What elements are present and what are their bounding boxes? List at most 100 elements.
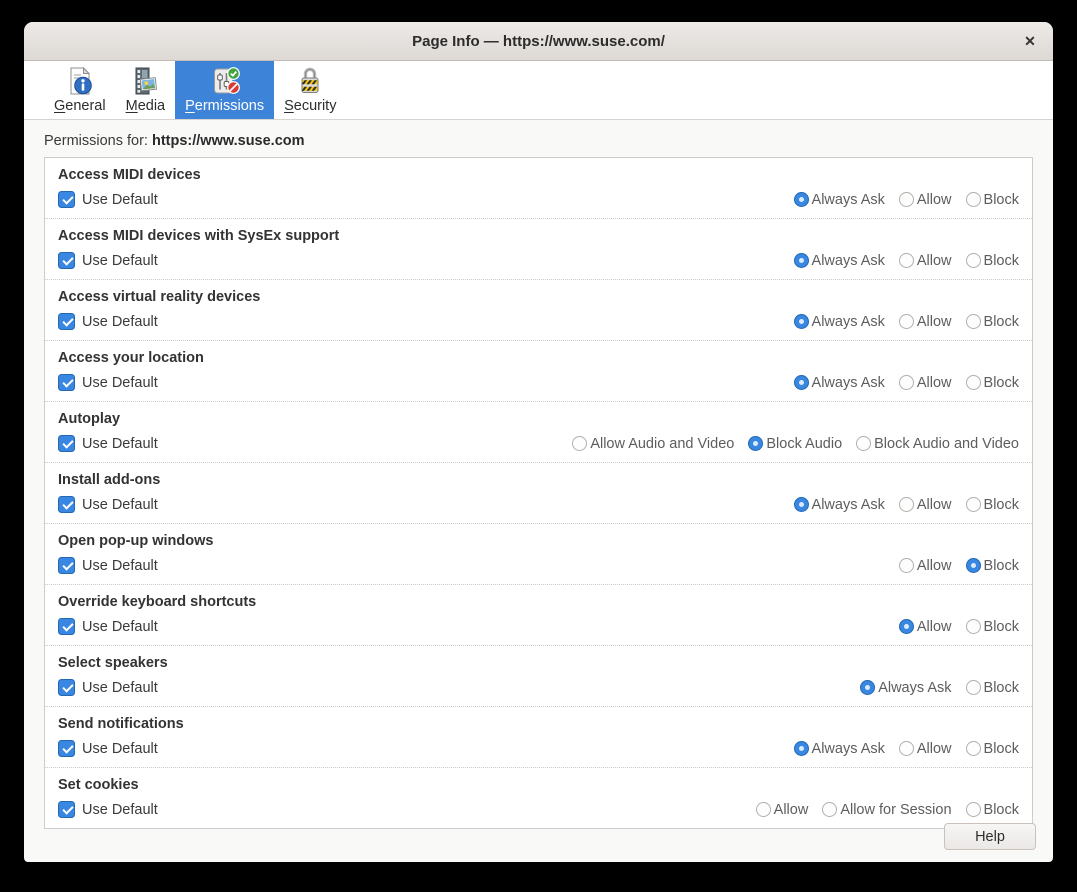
radio-label: Block Audio and Video: [874, 436, 1019, 452]
permission-controls: Use Default Allow Audio and Video Block A…: [58, 434, 1019, 453]
tab-general[interactable]: General: [44, 61, 116, 119]
permissions-for: Permissions for: https://www.suse.com: [44, 133, 1033, 149]
radio-option[interactable]: Always Ask: [860, 680, 951, 696]
permission-title: Autoplay: [58, 410, 1019, 428]
radio-selected-icon: [966, 558, 981, 573]
radio-option[interactable]: Block Audio: [748, 436, 842, 452]
radio-options: Always Ask Allow Block: [794, 375, 1019, 391]
permission-controls: Use Default Always Ask Block: [58, 678, 1019, 697]
radio-unselected-icon: [899, 192, 914, 207]
tab-bar: General: [24, 61, 1053, 120]
use-default-checkbox[interactable]: Use Default: [58, 801, 158, 818]
radio-selected-icon: [794, 375, 809, 390]
radio-options: Allow Block: [899, 558, 1019, 574]
radio-option[interactable]: Allow Audio and Video: [572, 436, 734, 452]
radio-option[interactable]: Always Ask: [794, 375, 885, 391]
radio-selected-icon: [794, 741, 809, 756]
permission-row: Select speakers Use Default Always Ask Bl…: [45, 646, 1032, 707]
radio-option[interactable]: Allow: [899, 192, 952, 208]
radio-option[interactable]: Allow: [899, 314, 952, 330]
radio-option[interactable]: Allow: [756, 802, 809, 818]
radio-option[interactable]: Always Ask: [794, 497, 885, 513]
radio-option[interactable]: Always Ask: [794, 314, 885, 330]
radio-options: Allow Block: [899, 619, 1019, 635]
radio-unselected-icon: [966, 253, 981, 268]
use-default-checkbox[interactable]: Use Default: [58, 679, 158, 696]
use-default-label: Use Default: [82, 192, 158, 208]
titlebar[interactable]: Page Info — https://www.suse.com/ ✕: [24, 22, 1053, 61]
radio-option[interactable]: Block: [966, 253, 1019, 269]
permission-row: Install add-ons Use Default Always AskAl…: [45, 463, 1032, 524]
radio-option[interactable]: Block: [966, 314, 1019, 330]
radio-option[interactable]: Allow: [899, 253, 952, 269]
permission-title: Access your location: [58, 349, 1019, 367]
permission-row: Access your location Use Default Always …: [45, 341, 1032, 402]
radio-option[interactable]: Block: [966, 619, 1019, 635]
radio-unselected-icon: [966, 802, 981, 817]
radio-option[interactable]: Block: [966, 192, 1019, 208]
radio-unselected-icon: [822, 802, 837, 817]
permission-row: Send notifications Use Default Always As…: [45, 707, 1032, 768]
radio-option[interactable]: Allow: [899, 741, 952, 757]
close-button[interactable]: ✕: [1017, 29, 1043, 53]
checkbox-icon: [58, 313, 75, 330]
use-default-checkbox[interactable]: Use Default: [58, 435, 158, 452]
radio-option[interactable]: Block Audio and Video: [856, 436, 1019, 452]
permission-row: Access virtual reality devices Use Defau…: [45, 280, 1032, 341]
use-default-checkbox[interactable]: Use Default: [58, 618, 158, 635]
radio-option[interactable]: Allow for Session: [822, 802, 951, 818]
permission-row: Access MIDI devices Use Default Always A…: [45, 158, 1032, 219]
checkbox-icon: [58, 191, 75, 208]
radio-option[interactable]: Block: [966, 741, 1019, 757]
permission-controls: Use Default Always Ask Allow Block: [58, 373, 1019, 392]
use-default-checkbox[interactable]: Use Default: [58, 740, 158, 757]
radio-unselected-icon: [856, 436, 871, 451]
use-default-label: Use Default: [82, 619, 158, 635]
radio-unselected-icon: [966, 619, 981, 634]
tab-permissions[interactable]: Permissions: [175, 61, 274, 119]
permission-row: Access MIDI devices with SysEx support U…: [45, 219, 1032, 280]
radio-option[interactable]: Block: [966, 375, 1019, 391]
use-default-checkbox[interactable]: Use Default: [58, 496, 158, 513]
radio-label: Always Ask: [812, 192, 885, 208]
radio-option[interactable]: Block: [966, 497, 1019, 513]
use-default-checkbox[interactable]: Use Default: [58, 374, 158, 391]
use-default-checkbox[interactable]: Use Default: [58, 191, 158, 208]
radio-option[interactable]: Allow: [899, 375, 952, 391]
radio-option[interactable]: Block: [966, 558, 1019, 574]
radio-option[interactable]: Always Ask: [794, 741, 885, 757]
site-url: https://www.suse.com: [152, 133, 305, 149]
permission-title: Access MIDI devices with SysEx support: [58, 227, 1019, 245]
general-icon: [64, 65, 96, 97]
radio-label: Always Ask: [812, 375, 885, 391]
radio-option[interactable]: Allow: [899, 497, 952, 513]
radio-selected-icon: [794, 192, 809, 207]
radio-option[interactable]: Always Ask: [794, 253, 885, 269]
use-default-label: Use Default: [82, 741, 158, 757]
use-default-label: Use Default: [82, 375, 158, 391]
use-default-checkbox[interactable]: Use Default: [58, 313, 158, 330]
checkbox-icon: [58, 374, 75, 391]
radio-label: Block Audio: [766, 436, 842, 452]
permission-row: Override keyboard shortcuts Use Default …: [45, 585, 1032, 646]
permission-title: Access virtual reality devices: [58, 288, 1019, 306]
tab-media[interactable]: Media: [116, 61, 176, 119]
radio-option[interactable]: Block: [966, 802, 1019, 818]
tab-security[interactable]: Security: [274, 61, 346, 119]
use-default-label: Use Default: [82, 253, 158, 269]
use-default-checkbox[interactable]: Use Default: [58, 557, 158, 574]
radio-selected-icon: [860, 680, 875, 695]
radio-option[interactable]: Allow: [899, 558, 952, 574]
permission-title: Select speakers: [58, 654, 1019, 672]
radio-option[interactable]: Block: [966, 680, 1019, 696]
radio-option[interactable]: Always Ask: [794, 192, 885, 208]
permission-controls: Use Default Allow Block: [58, 556, 1019, 575]
radio-unselected-icon: [899, 558, 914, 573]
radio-unselected-icon: [966, 192, 981, 207]
radio-option[interactable]: Allow: [899, 619, 952, 635]
radio-options: Always Ask Allow Block: [794, 314, 1019, 330]
radio-label: Block: [984, 619, 1019, 635]
use-default-checkbox[interactable]: Use Default: [58, 252, 158, 269]
checkbox-icon: [58, 496, 75, 513]
help-button[interactable]: Help: [944, 823, 1036, 850]
